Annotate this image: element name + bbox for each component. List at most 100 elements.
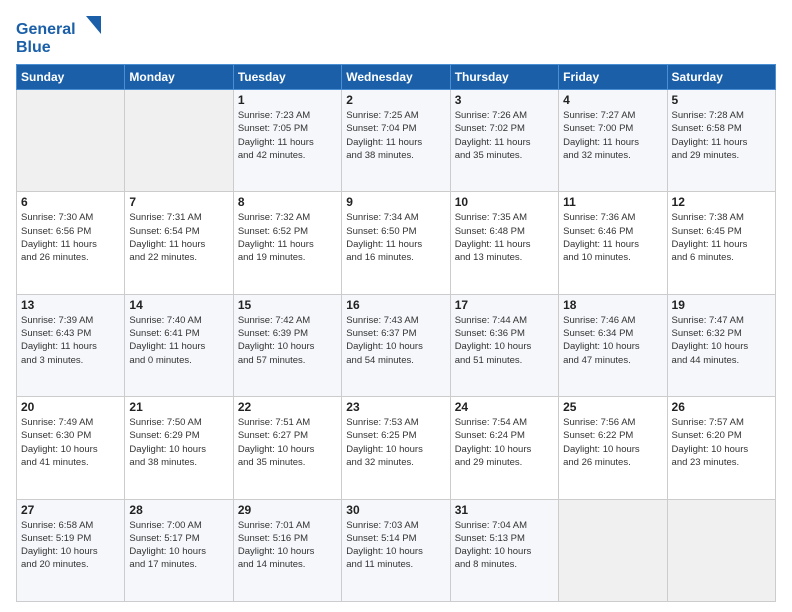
- calendar-cell: 1Sunrise: 7:23 AM Sunset: 7:05 PM Daylig…: [233, 90, 341, 192]
- day-info: Sunrise: 7:32 AM Sunset: 6:52 PM Dayligh…: [238, 211, 337, 264]
- day-number: 4: [563, 93, 662, 107]
- day-info: Sunrise: 7:03 AM Sunset: 5:14 PM Dayligh…: [346, 519, 445, 572]
- calendar-cell: 20 Sunrise: 7:49 AM Sunset: 6:30 PM Dayli…: [17, 397, 125, 499]
- calendar-cell: 15 Sunrise: 7:42 AM Sunset: 6:39 PM Dayli…: [233, 294, 341, 396]
- calendar-week-3: 20 Sunrise: 7:49 AM Sunset: 6:30 PM Dayli…: [17, 397, 776, 499]
- day-info: Sunrise: 7:44 AM Sunset: 6:36 PM Dayligh…: [455, 314, 554, 367]
- day-number: 7: [129, 195, 228, 209]
- day-number: 9: [346, 195, 445, 209]
- day-number: 24: [455, 400, 554, 414]
- day-info: Sunrise: 7:39 AM Sunset: 6:43 PM Dayligh…: [21, 314, 120, 367]
- calendar-body: 1Sunrise: 7:23 AM Sunset: 7:05 PM Daylig…: [17, 90, 776, 602]
- calendar-cell: [667, 499, 775, 601]
- day-number: 30: [346, 503, 445, 517]
- calendar-cell: 13Sunrise: 7:39 AM Sunset: 6:43 PM Dayli…: [17, 294, 125, 396]
- day-number: 10: [455, 195, 554, 209]
- calendar-cell: 29 Sunrise: 7:01 AM Sunset: 5:16 PM Dayli…: [233, 499, 341, 601]
- calendar-cell: 3 Sunrise: 7:26 AM Sunset: 7:02 PM Daylig…: [450, 90, 558, 192]
- calendar-cell: 17 Sunrise: 7:44 AM Sunset: 6:36 PM Dayli…: [450, 294, 558, 396]
- calendar-cell: 10Sunrise: 7:35 AM Sunset: 6:48 PM Dayli…: [450, 192, 558, 294]
- day-info: Sunrise: 7:49 AM Sunset: 6:30 PM Dayligh…: [21, 416, 120, 469]
- calendar-cell: 8 Sunrise: 7:32 AM Sunset: 6:52 PM Daylig…: [233, 192, 341, 294]
- day-info: Sunrise: 7:01 AM Sunset: 5:16 PM Dayligh…: [238, 519, 337, 572]
- calendar-cell: 16 Sunrise: 7:43 AM Sunset: 6:37 PM Dayli…: [342, 294, 450, 396]
- day-number: 6: [21, 195, 120, 209]
- day-info: Sunrise: 7:50 AM Sunset: 6:29 PM Dayligh…: [129, 416, 228, 469]
- calendar-cell: 28Sunrise: 7:00 AM Sunset: 5:17 PM Dayli…: [125, 499, 233, 601]
- day-info: Sunrise: 7:56 AM Sunset: 6:22 PM Dayligh…: [563, 416, 662, 469]
- day-number: 26: [672, 400, 771, 414]
- header: GeneralBlue: [16, 16, 776, 56]
- calendar-cell: [17, 90, 125, 192]
- day-info: Sunrise: 7:40 AM Sunset: 6:41 PM Dayligh…: [129, 314, 228, 367]
- day-info: Sunrise: 7:34 AM Sunset: 6:50 PM Dayligh…: [346, 211, 445, 264]
- calendar-cell: 23 Sunrise: 7:53 AM Sunset: 6:25 PM Dayli…: [342, 397, 450, 499]
- day-number: 21: [129, 400, 228, 414]
- day-number: 20: [21, 400, 120, 414]
- calendar-cell: 5Sunrise: 7:28 AM Sunset: 6:58 PM Daylig…: [667, 90, 775, 192]
- weekday-header-thursday: Thursday: [450, 65, 558, 90]
- weekday-header-friday: Friday: [559, 65, 667, 90]
- calendar-week-4: 27 Sunrise: 6:58 AM Sunset: 5:19 PM Dayli…: [17, 499, 776, 601]
- day-number: 15: [238, 298, 337, 312]
- day-info: Sunrise: 7:00 AM Sunset: 5:17 PM Dayligh…: [129, 519, 228, 572]
- day-number: 5: [672, 93, 771, 107]
- day-number: 18: [563, 298, 662, 312]
- day-info: Sunrise: 7:42 AM Sunset: 6:39 PM Dayligh…: [238, 314, 337, 367]
- day-number: 8: [238, 195, 337, 209]
- calendar-cell: 11Sunrise: 7:36 AM Sunset: 6:46 PM Dayli…: [559, 192, 667, 294]
- logo: GeneralBlue: [16, 16, 106, 56]
- day-number: 1: [238, 93, 337, 107]
- calendar-week-1: 6Sunrise: 7:30 AM Sunset: 6:56 PM Daylig…: [17, 192, 776, 294]
- calendar-cell: 26 Sunrise: 7:57 AM Sunset: 6:20 PM Dayli…: [667, 397, 775, 499]
- day-number: 16: [346, 298, 445, 312]
- day-info: Sunrise: 7:27 AM Sunset: 7:00 PM Dayligh…: [563, 109, 662, 162]
- day-info: Sunrise: 7:04 AM Sunset: 5:13 PM Dayligh…: [455, 519, 554, 572]
- day-number: 11: [563, 195, 662, 209]
- day-number: 2: [346, 93, 445, 107]
- day-number: 27: [21, 503, 120, 517]
- svg-text:General: General: [16, 21, 76, 38]
- day-info: Sunrise: 7:57 AM Sunset: 6:20 PM Dayligh…: [672, 416, 771, 469]
- day-info: Sunrise: 7:51 AM Sunset: 6:27 PM Dayligh…: [238, 416, 337, 469]
- calendar-cell: 31 Sunrise: 7:04 AM Sunset: 5:13 PM Dayli…: [450, 499, 558, 601]
- day-number: 14: [129, 298, 228, 312]
- calendar-cell: 27 Sunrise: 6:58 AM Sunset: 5:19 PM Dayli…: [17, 499, 125, 601]
- day-info: Sunrise: 7:47 AM Sunset: 6:32 PM Dayligh…: [672, 314, 771, 367]
- calendar-cell: 14 Sunrise: 7:40 AM Sunset: 6:41 PM Dayli…: [125, 294, 233, 396]
- day-info: Sunrise: 6:58 AM Sunset: 5:19 PM Dayligh…: [21, 519, 120, 572]
- calendar-cell: 24Sunrise: 7:54 AM Sunset: 6:24 PM Dayli…: [450, 397, 558, 499]
- calendar-cell: 25 Sunrise: 7:56 AM Sunset: 6:22 PM Dayli…: [559, 397, 667, 499]
- day-number: 23: [346, 400, 445, 414]
- day-number: 19: [672, 298, 771, 312]
- calendar-cell: 9 Sunrise: 7:34 AM Sunset: 6:50 PM Daylig…: [342, 192, 450, 294]
- day-info: Sunrise: 7:26 AM Sunset: 7:02 PM Dayligh…: [455, 109, 554, 162]
- svg-text:Blue: Blue: [16, 39, 51, 56]
- calendar-cell: [559, 499, 667, 601]
- calendar-cell: 7 Sunrise: 7:31 AM Sunset: 6:54 PM Daylig…: [125, 192, 233, 294]
- day-info: Sunrise: 7:31 AM Sunset: 6:54 PM Dayligh…: [129, 211, 228, 264]
- day-info: Sunrise: 7:38 AM Sunset: 6:45 PM Dayligh…: [672, 211, 771, 264]
- day-number: 25: [563, 400, 662, 414]
- calendar-cell: 6Sunrise: 7:30 AM Sunset: 6:56 PM Daylig…: [17, 192, 125, 294]
- calendar-cell: 12Sunrise: 7:38 AM Sunset: 6:45 PM Dayli…: [667, 192, 775, 294]
- day-info: Sunrise: 7:53 AM Sunset: 6:25 PM Dayligh…: [346, 416, 445, 469]
- day-info: Sunrise: 7:43 AM Sunset: 6:37 PM Dayligh…: [346, 314, 445, 367]
- weekday-header-row: SundayMondayTuesdayWednesdayThursdayFrid…: [17, 65, 776, 90]
- weekday-header-monday: Monday: [125, 65, 233, 90]
- calendar-week-0: 1Sunrise: 7:23 AM Sunset: 7:05 PM Daylig…: [17, 90, 776, 192]
- calendar-cell: 4 Sunrise: 7:27 AM Sunset: 7:00 PM Daylig…: [559, 90, 667, 192]
- weekday-header-tuesday: Tuesday: [233, 65, 341, 90]
- calendar-cell: 30 Sunrise: 7:03 AM Sunset: 5:14 PM Dayli…: [342, 499, 450, 601]
- day-number: 29: [238, 503, 337, 517]
- day-number: 17: [455, 298, 554, 312]
- calendar-table: SundayMondayTuesdayWednesdayThursdayFrid…: [16, 64, 776, 602]
- calendar-cell: 21 Sunrise: 7:50 AM Sunset: 6:29 PM Dayli…: [125, 397, 233, 499]
- weekday-header-saturday: Saturday: [667, 65, 775, 90]
- calendar-cell: 22Sunrise: 7:51 AM Sunset: 6:27 PM Dayli…: [233, 397, 341, 499]
- day-number: 31: [455, 503, 554, 517]
- weekday-header-wednesday: Wednesday: [342, 65, 450, 90]
- page: GeneralBlue SundayMondayTuesdayWednesday…: [0, 0, 792, 612]
- calendar-cell: 2Sunrise: 7:25 AM Sunset: 7:04 PM Daylig…: [342, 90, 450, 192]
- day-number: 3: [455, 93, 554, 107]
